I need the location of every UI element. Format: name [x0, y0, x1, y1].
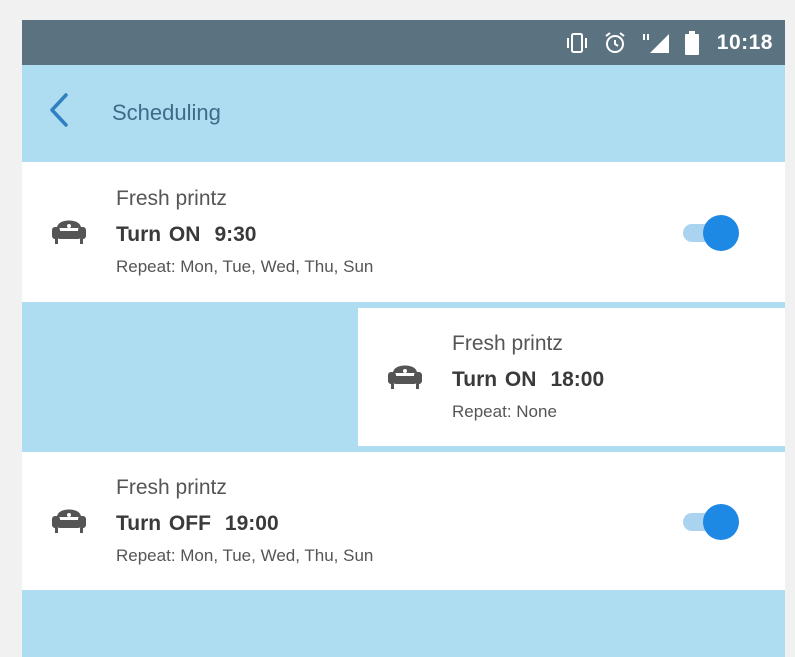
device-name: Fresh printz [116, 476, 227, 499]
armchair-icon [49, 214, 89, 251]
app-bar: Scheduling [22, 65, 785, 160]
action-label: Turn ON [452, 368, 537, 391]
device-name: Fresh printz [116, 187, 227, 210]
back-arrow-icon [48, 92, 70, 133]
schedule-action: Turn ON 18:00 [452, 368, 785, 392]
schedule-item[interactable]: Fresh printz Turn OFF 19:00 Repeat: Mon, … [22, 452, 785, 590]
phone-screen: 10:18 Scheduling Fresh printz Turn ON 9:… [22, 20, 785, 657]
schedule-toggle[interactable] [677, 212, 743, 252]
schedule-time: 18:00 [550, 368, 605, 391]
vibrate-icon [565, 32, 589, 54]
schedule-time: 9:30 [214, 223, 257, 246]
page-title: Scheduling [112, 99, 221, 125]
armchair-icon [49, 503, 89, 540]
schedule-toggle[interactable] [677, 501, 743, 541]
action-label: Turn ON [116, 223, 201, 246]
repeat-days: Repeat: Mon, Tue, Wed, Thu, Sun [116, 257, 374, 276]
signal-icon [641, 32, 671, 54]
schedule-item[interactable]: Fresh printz Turn ON 9:30 Repeat: Mon, Tu… [22, 162, 785, 302]
alarm-icon [603, 31, 627, 55]
repeat-days: Repeat: Mon, Tue, Wed, Thu, Sun [116, 546, 374, 565]
schedule-action: Turn OFF 19:00 [116, 512, 677, 536]
battery-icon [684, 30, 699, 55]
status-bar: 10:18 [22, 20, 785, 65]
schedule-time: 19:00 [224, 512, 279, 535]
back-button[interactable] [22, 65, 112, 160]
schedule-action: Turn ON 9:30 [116, 223, 677, 247]
action-label: Turn OFF [116, 512, 211, 535]
device-name: Fresh printz [452, 332, 563, 355]
schedule-item[interactable]: Fresh printz Turn ON 18:00 Repeat: None [358, 308, 785, 446]
status-time: 10:18 [716, 30, 773, 54]
repeat-days: Repeat: None [452, 402, 557, 421]
armchair-icon [385, 359, 425, 396]
